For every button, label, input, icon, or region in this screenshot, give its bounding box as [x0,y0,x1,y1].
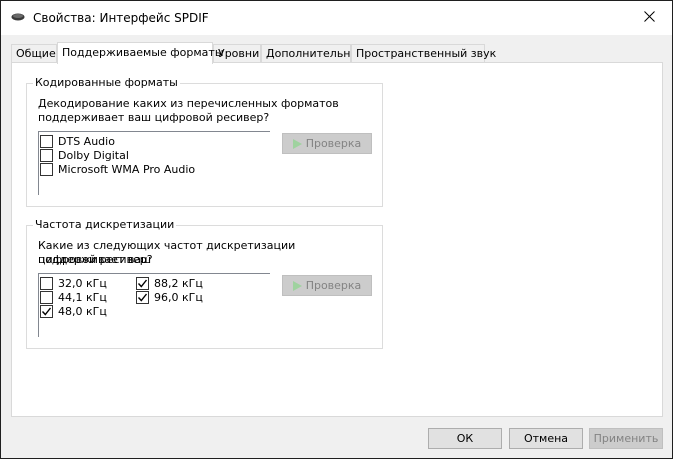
play-icon [292,280,302,291]
close-icon [643,11,655,25]
encoded-formats-list: DTS Audio Dolby Digital Microsoft WMA Pr… [38,131,270,195]
sample-rate-test-label: Проверка [305,279,362,292]
play-icon [292,138,302,149]
rate-item-32[interactable]: 32,0 кГц [40,276,107,290]
apply-button[interactable]: Применить [589,428,663,449]
sample-rate-title: Частота дискретизации [33,218,177,232]
encoded-formats-group: Кодированные форматы Декодирование каких… [26,76,383,207]
sample-rate-group: Частота дискретизации Какие из следующих… [26,218,383,349]
rate-88-checkbox[interactable] [136,276,149,290]
window-title: Свойства: Интерфейс SPDIF [33,11,209,25]
sample-rate-question-line2: цифровой ресивер? [38,253,153,266]
format-item-dts[interactable]: DTS Audio [40,134,115,148]
wma-checkbox[interactable] [40,162,53,176]
rate-item-44[interactable]: 44,1 кГц [40,290,107,304]
title-bar: Свойства: Интерфейс SPDIF [1,1,672,35]
encoded-question-line1: Декодирование каких из перечисленных фор… [38,97,339,110]
rate-item-96[interactable]: 96,0 кГц [136,290,203,304]
encoded-test-button[interactable]: Проверка [282,133,372,154]
close-button[interactable] [626,1,672,35]
format-item-wma[interactable]: Microsoft WMA Pro Audio [40,162,195,176]
dolby-label: Dolby Digital [58,148,129,162]
cancel-button[interactable]: Отмена [509,428,583,449]
properties-window: Свойства: Интерфейс SPDIF Общие Поддержи… [0,0,673,459]
dts-checkbox[interactable] [40,134,53,148]
checkmark-icon [41,307,52,316]
dolby-checkbox[interactable] [40,148,53,162]
rate-96-checkbox[interactable] [136,290,149,304]
rate-32-checkbox[interactable] [40,276,53,290]
wma-label: Microsoft WMA Pro Audio [58,162,196,176]
sample-rate-test-button[interactable]: Проверка [282,275,372,296]
supported-formats-panel: Кодированные форматы Декодирование каких… [11,62,663,417]
encoded-question-line2: поддерживает ваш цифровой ресивер? [38,111,270,124]
rate-32-label: 32,0 кГц [58,276,107,290]
rate-item-48[interactable]: 48,0 кГц [40,304,107,318]
rate-88-label: 88,2 кГц [154,276,203,290]
sample-rate-list: 32,0 кГц 44,1 кГц 48,0 кГц 88,2 кГц 96,0… [38,273,270,337]
rate-96-label: 96,0 кГц [154,290,203,304]
rate-48-label: 48,0 кГц [58,304,107,318]
rate-item-88[interactable]: 88,2 кГц [136,276,203,290]
format-item-dolby[interactable]: Dolby Digital [40,148,129,162]
checkmark-icon [137,279,148,288]
encoded-test-label: Проверка [305,137,362,150]
ok-button[interactable]: ОК [428,428,502,449]
dts-label: DTS Audio [58,134,115,148]
tab-advanced[interactable]: Дополнительно [261,44,357,63]
checkmark-icon [137,293,148,302]
tab-spatial-sound[interactable]: Пространственный звук [351,44,496,63]
tab-supported-formats[interactable]: Поддерживаемые форматы [57,42,224,64]
speaker-icon [11,12,25,22]
rate-48-checkbox[interactable] [40,304,53,318]
encoded-formats-title: Кодированные форматы [33,76,180,90]
rate-44-checkbox[interactable] [40,290,53,304]
rate-44-label: 44,1 кГц [58,290,107,304]
tab-general[interactable]: Общие [11,44,57,63]
